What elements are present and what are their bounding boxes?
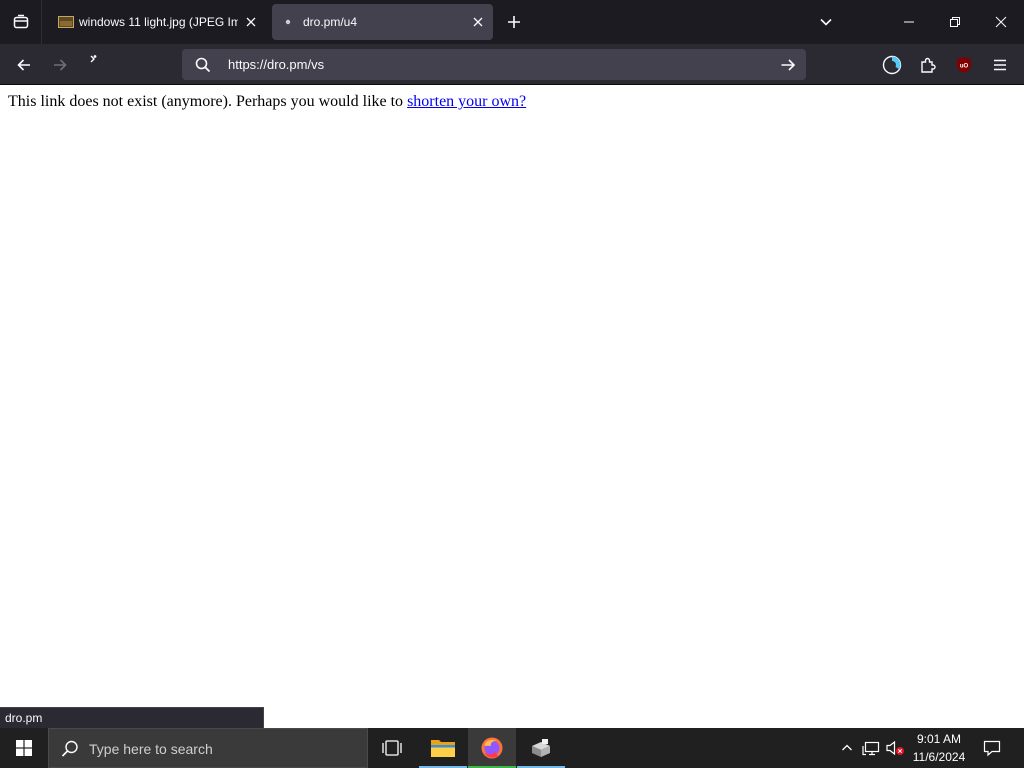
tab-strip: windows 11 light.jpg (JPEG Ima dro.pm/u4 [0, 0, 1024, 44]
start-button[interactable] [0, 728, 48, 768]
clock-time: 9:01 AM [916, 732, 962, 746]
image-favicon [58, 14, 74, 30]
tab-inactive[interactable]: windows 11 light.jpg (JPEG Ima [50, 4, 266, 40]
dot-favicon [280, 14, 296, 30]
minimize-button[interactable] [886, 0, 932, 44]
task-view-button[interactable] [368, 728, 416, 768]
new-tab-button[interactable] [503, 11, 525, 33]
search-icon [61, 740, 78, 757]
page-content: This link does not exist (anymore). Perh… [0, 85, 1024, 707]
back-button[interactable] [9, 50, 39, 80]
list-all-tabs-button[interactable] [815, 11, 837, 33]
close-icon [246, 17, 256, 27]
restore-button[interactable] [932, 0, 978, 44]
taskbar-search-box[interactable]: Type here to search [48, 728, 368, 768]
task-view-icon [382, 740, 402, 756]
back-arrow-icon [17, 59, 30, 71]
firefox-taskbar-button[interactable] [468, 728, 516, 768]
account-sync-button[interactable] [877, 50, 907, 80]
tab-active[interactable]: dro.pm/u4 [272, 4, 493, 40]
clock[interactable]: 9:01 AM 11/6/2024 [906, 728, 972, 768]
minimize-icon [904, 21, 914, 23]
network-icon [862, 741, 880, 756]
app-icon [532, 739, 550, 757]
close-icon [473, 17, 483, 27]
app-taskbar-button[interactable] [517, 728, 565, 768]
ublock-button[interactable]: uO [949, 50, 979, 80]
search-placeholder: Type here to search [89, 741, 213, 757]
volume-button[interactable] [884, 728, 906, 768]
extensions-button[interactable] [913, 50, 943, 80]
extensions-icon [921, 57, 936, 73]
profile-sync-icon [882, 55, 902, 75]
shorten-link[interactable]: shorten your own? [407, 93, 526, 110]
go-button[interactable] [778, 55, 798, 75]
folder-icon [431, 740, 455, 757]
restore-icon [950, 17, 960, 27]
reload-button[interactable] [80, 46, 106, 72]
speaker-muted-icon [886, 740, 904, 756]
arrow-right-icon [781, 59, 796, 71]
plus-icon [508, 16, 520, 28]
ublock-icon: uO [957, 57, 971, 73]
forward-arrow-icon [54, 59, 67, 71]
search-icon [195, 57, 211, 73]
navigation-toolbar: https://dro.pm/vs uO [0, 44, 1024, 85]
notification-center-button[interactable] [978, 728, 1006, 768]
tab-close-button[interactable] [469, 13, 487, 31]
show-hidden-icons-button[interactable] [836, 728, 858, 768]
firefox-icon [481, 737, 503, 759]
not-found-message: This link does not exist (anymore). Perh… [8, 93, 526, 111]
network-button[interactable] [860, 728, 882, 768]
message-text: This link does not exist (anymore). Perh… [8, 93, 408, 110]
taskbar: Type here to search 9:01 AM 11/6/2024 [0, 728, 1024, 768]
close-icon [995, 16, 1007, 28]
chevron-up-icon [842, 744, 852, 751]
tab-list-button[interactable] [0, 0, 42, 44]
notification-icon [983, 740, 1001, 757]
status-panel: dro.pm [0, 707, 264, 728]
tab-list-icon [13, 14, 28, 29]
windows-logo-icon [16, 740, 32, 756]
close-window-button[interactable] [978, 0, 1024, 44]
chevron-down-icon [820, 18, 832, 26]
reload-icon [90, 55, 97, 63]
file-explorer-button[interactable] [419, 728, 467, 768]
clock-date: 11/6/2024 [912, 750, 966, 764]
address-bar[interactable]: https://dro.pm/vs [182, 49, 806, 80]
hamburger-menu-icon [994, 59, 1006, 71]
app-menu-button[interactable] [985, 50, 1015, 80]
url-text[interactable]: https://dro.pm/vs [228, 49, 324, 80]
svg-text:uO: uO [960, 64, 969, 70]
tab-title: windows 11 light.jpg (JPEG Ima [79, 15, 238, 29]
forward-button[interactable] [45, 50, 75, 80]
tab-title: dro.pm/u4 [303, 15, 358, 29]
tab-close-button[interactable] [242, 13, 260, 31]
